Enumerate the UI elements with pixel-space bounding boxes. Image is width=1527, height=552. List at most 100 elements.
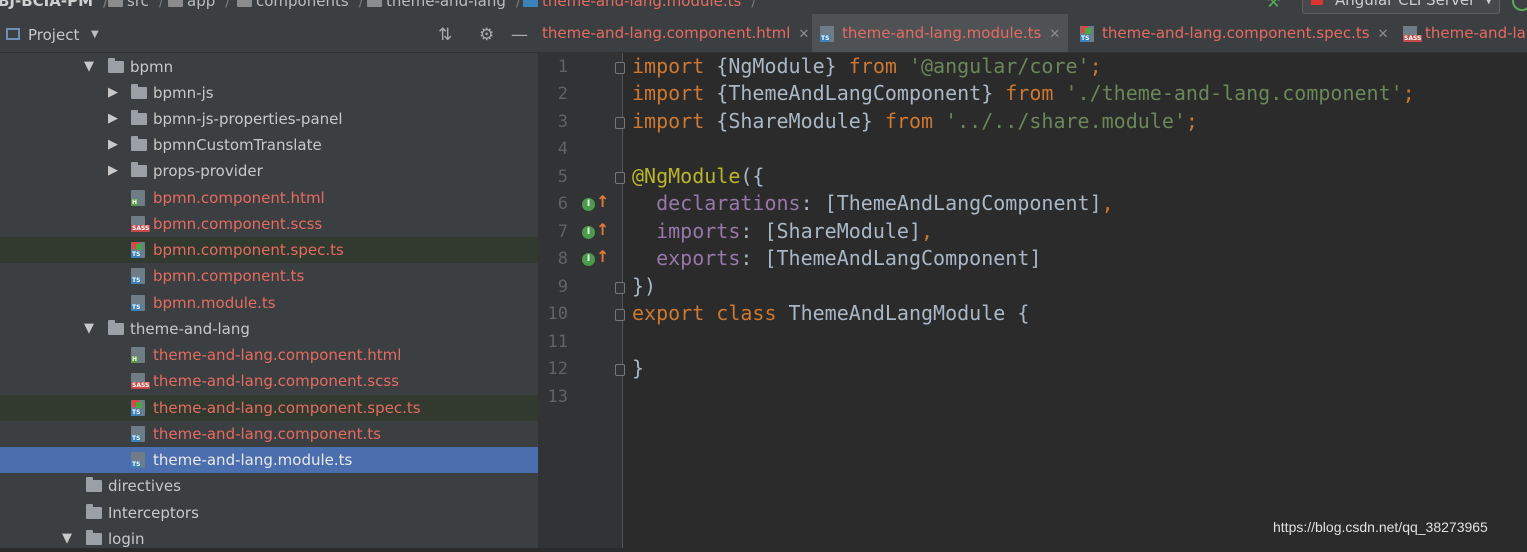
- tree-item-directives[interactable]: directives: [0, 473, 538, 499]
- gear-icon[interactable]: ⚙: [479, 25, 494, 45]
- collapse-arrow-icon[interactable]: ▶: [108, 80, 118, 106]
- breadcrumb-active-file[interactable]: theme-and-lang.module.ts /: [523, 0, 756, 10]
- collapse-arrow-icon[interactable]: ▶: [108, 106, 118, 132]
- tree-item-bpmn-component-html[interactable]: H bpmn.component.html: [0, 185, 538, 211]
- code-line-9: }): [632, 274, 656, 298]
- breadcrumb-label: theme-and-lang.module.ts: [542, 0, 742, 10]
- tree-item-bpmn-component-scss[interactable]: SASS bpmn.component.scss: [0, 211, 538, 237]
- punctuation: ,: [921, 219, 934, 243]
- line-number: 8: [557, 249, 568, 269]
- tree-item-interceptors[interactable]: Interceptors: [0, 500, 538, 526]
- line-number: 11: [547, 332, 568, 352]
- collapse-arrow-icon[interactable]: ▶: [108, 158, 118, 184]
- code-text: {NgModule}: [704, 54, 849, 78]
- tree-item-theme-and-lang-component-scss[interactable]: SASS theme-and-lang.component.scss: [0, 368, 538, 394]
- breadcrumb-app[interactable]: app /: [168, 0, 230, 10]
- keyword: class: [716, 301, 777, 325]
- breadcrumb-components[interactable]: components /: [237, 0, 364, 10]
- breadcrumb-src[interactable]: src /: [108, 0, 164, 10]
- arrow-up-icon[interactable]: ↑: [596, 192, 609, 211]
- tree-item-bpmn-js[interactable]: ▶ bpmn-js: [0, 80, 538, 106]
- run-configuration-select[interactable]: Angular CLI Server ▼: [1302, 0, 1500, 14]
- punctuation: ;: [1185, 109, 1198, 133]
- tree-item-bpmn-js-properties-panel[interactable]: ▶ bpmn-js-properties-panel: [0, 106, 538, 132]
- arrow-up-icon[interactable]: ↑: [596, 220, 609, 239]
- tab-theme-and-lang-component-spec-ts[interactable]: TS theme-and-lang.component.spec.ts ✕: [1080, 14, 1388, 52]
- tree-item-bpmn-component-spec-ts[interactable]: TS bpmn.component.spec.ts: [0, 237, 538, 263]
- keyword: import: [632, 81, 705, 105]
- close-icon[interactable]: ✕: [1378, 27, 1389, 42]
- close-icon[interactable]: ✕: [798, 27, 809, 42]
- chevron-down-icon[interactable]: ▼: [91, 29, 99, 40]
- build-hammer-icon[interactable]: ⚒: [1266, 0, 1280, 11]
- fold-marker-icon[interactable]: [615, 172, 625, 184]
- fold-marker-icon[interactable]: [615, 62, 625, 74]
- keyword: import: [632, 54, 705, 78]
- tree-item-theme-and-lang-component-html[interactable]: H theme-and-lang.component.html: [0, 342, 538, 368]
- implemented-marker-icon[interactable]: I: [582, 253, 595, 266]
- tree-item-bpmncustomtranslate[interactable]: ▶ bpmnCustomTranslate: [0, 132, 538, 158]
- expand-arrow-icon[interactable]: ▼: [62, 526, 72, 552]
- property: imports: [656, 219, 741, 243]
- tree-item-label: theme-and-lang.component.html: [153, 346, 402, 364]
- scss-file-icon: SASS: [131, 373, 151, 389]
- run-icon[interactable]: [1512, 0, 1527, 11]
- project-panel-header: Project ▼ ⇅ ⚙ —: [0, 14, 538, 53]
- angular-icon: [1311, 0, 1323, 5]
- code-text: {ShareModule}: [704, 109, 885, 133]
- fold-marker-icon[interactable]: [615, 117, 625, 129]
- fold-marker-icon[interactable]: [615, 309, 625, 321]
- tree-item-theme-and-lang-component-spec-ts[interactable]: TS theme-and-lang.component.spec.ts: [0, 395, 538, 421]
- tree-item-bpmn[interactable]: ▼ bpmn: [0, 54, 538, 80]
- close-icon[interactable]: ✕: [1049, 27, 1060, 42]
- fold-marker-icon[interactable]: [615, 282, 625, 294]
- tab-theme-and-lang-module-ts[interactable]: TS theme-and-lang.module.ts ✕: [812, 14, 1069, 52]
- ts-file-icon: [523, 0, 538, 7]
- tree-item-bpmn-component-ts[interactable]: TS bpmn.component.ts: [0, 263, 538, 289]
- project-panel-title[interactable]: Project: [28, 26, 79, 44]
- tree-item-bpmn-module-ts[interactable]: TS bpmn.module.ts: [0, 290, 538, 316]
- tree-item-label: bpmn-js-properties-panel: [153, 110, 343, 128]
- collapse-all-icon[interactable]: ⇅: [438, 25, 452, 45]
- arrow-up-icon[interactable]: ↑: [596, 247, 609, 266]
- punctuation: ;: [1402, 81, 1415, 105]
- tree-item-label: directives: [108, 477, 181, 495]
- tab-label: theme-and-lang.module.ts: [842, 24, 1042, 42]
- watermark-text: https://blog.csdn.net/qq_38273965: [1273, 519, 1488, 535]
- line-number: 9: [557, 277, 568, 297]
- tree-item-label: theme-and-lang.component.scss: [153, 372, 399, 390]
- minimize-icon[interactable]: —: [511, 25, 528, 45]
- breadcrumb-project[interactable]: BJ-BCIA-PM /: [0, 0, 109, 10]
- tree-item-props-provider[interactable]: ▶ props-provider: [0, 158, 538, 184]
- ts-file-icon: TS: [820, 25, 834, 42]
- line-number: 13: [547, 387, 568, 407]
- keyword: from: [848, 54, 897, 78]
- collapse-arrow-icon[interactable]: ▶: [108, 132, 118, 158]
- fold-marker-icon[interactable]: [615, 364, 625, 376]
- tab-theme-and-lang-component-html[interactable]: theme-and-lang.component.html ✕: [542, 14, 809, 52]
- tab-theme-and-lang-component-scss[interactable]: SASStheme-and-lang.component.scss: [1403, 14, 1527, 52]
- breadcrumb-theme-and-lang[interactable]: theme-and-lang /: [367, 0, 521, 10]
- run-configuration-label: Angular CLI Server: [1335, 0, 1476, 9]
- tree-item-theme-and-lang-component-ts[interactable]: TS theme-and-lang.component.ts: [0, 421, 538, 447]
- implemented-marker-icon[interactable]: I: [582, 198, 595, 211]
- expand-arrow-icon[interactable]: ▼: [84, 54, 94, 80]
- code-text: }: [632, 356, 645, 380]
- folder-icon: [86, 530, 102, 545]
- tree-item-login[interactable]: ▼ login: [0, 526, 538, 552]
- code-text: : [ThemeAndLangComponent]: [740, 246, 1042, 270]
- implemented-marker-icon[interactable]: I: [582, 226, 595, 239]
- breadcrumb-project-label: BJ-BCIA-PM: [0, 0, 94, 10]
- code-line-8: exports: [ThemeAndLangComponent]: [632, 246, 1041, 270]
- code-text: ({: [740, 164, 765, 188]
- ts-file-icon: TS: [131, 295, 145, 311]
- line-number: 1: [557, 57, 568, 77]
- tree-item-theme-and-lang-module-ts[interactable]: TS theme-and-lang.module.ts: [0, 447, 538, 473]
- tree-item-theme-and-lang[interactable]: ▼ theme-and-lang: [0, 316, 538, 342]
- folder-icon: [237, 0, 252, 7]
- expand-arrow-icon[interactable]: ▼: [84, 316, 94, 342]
